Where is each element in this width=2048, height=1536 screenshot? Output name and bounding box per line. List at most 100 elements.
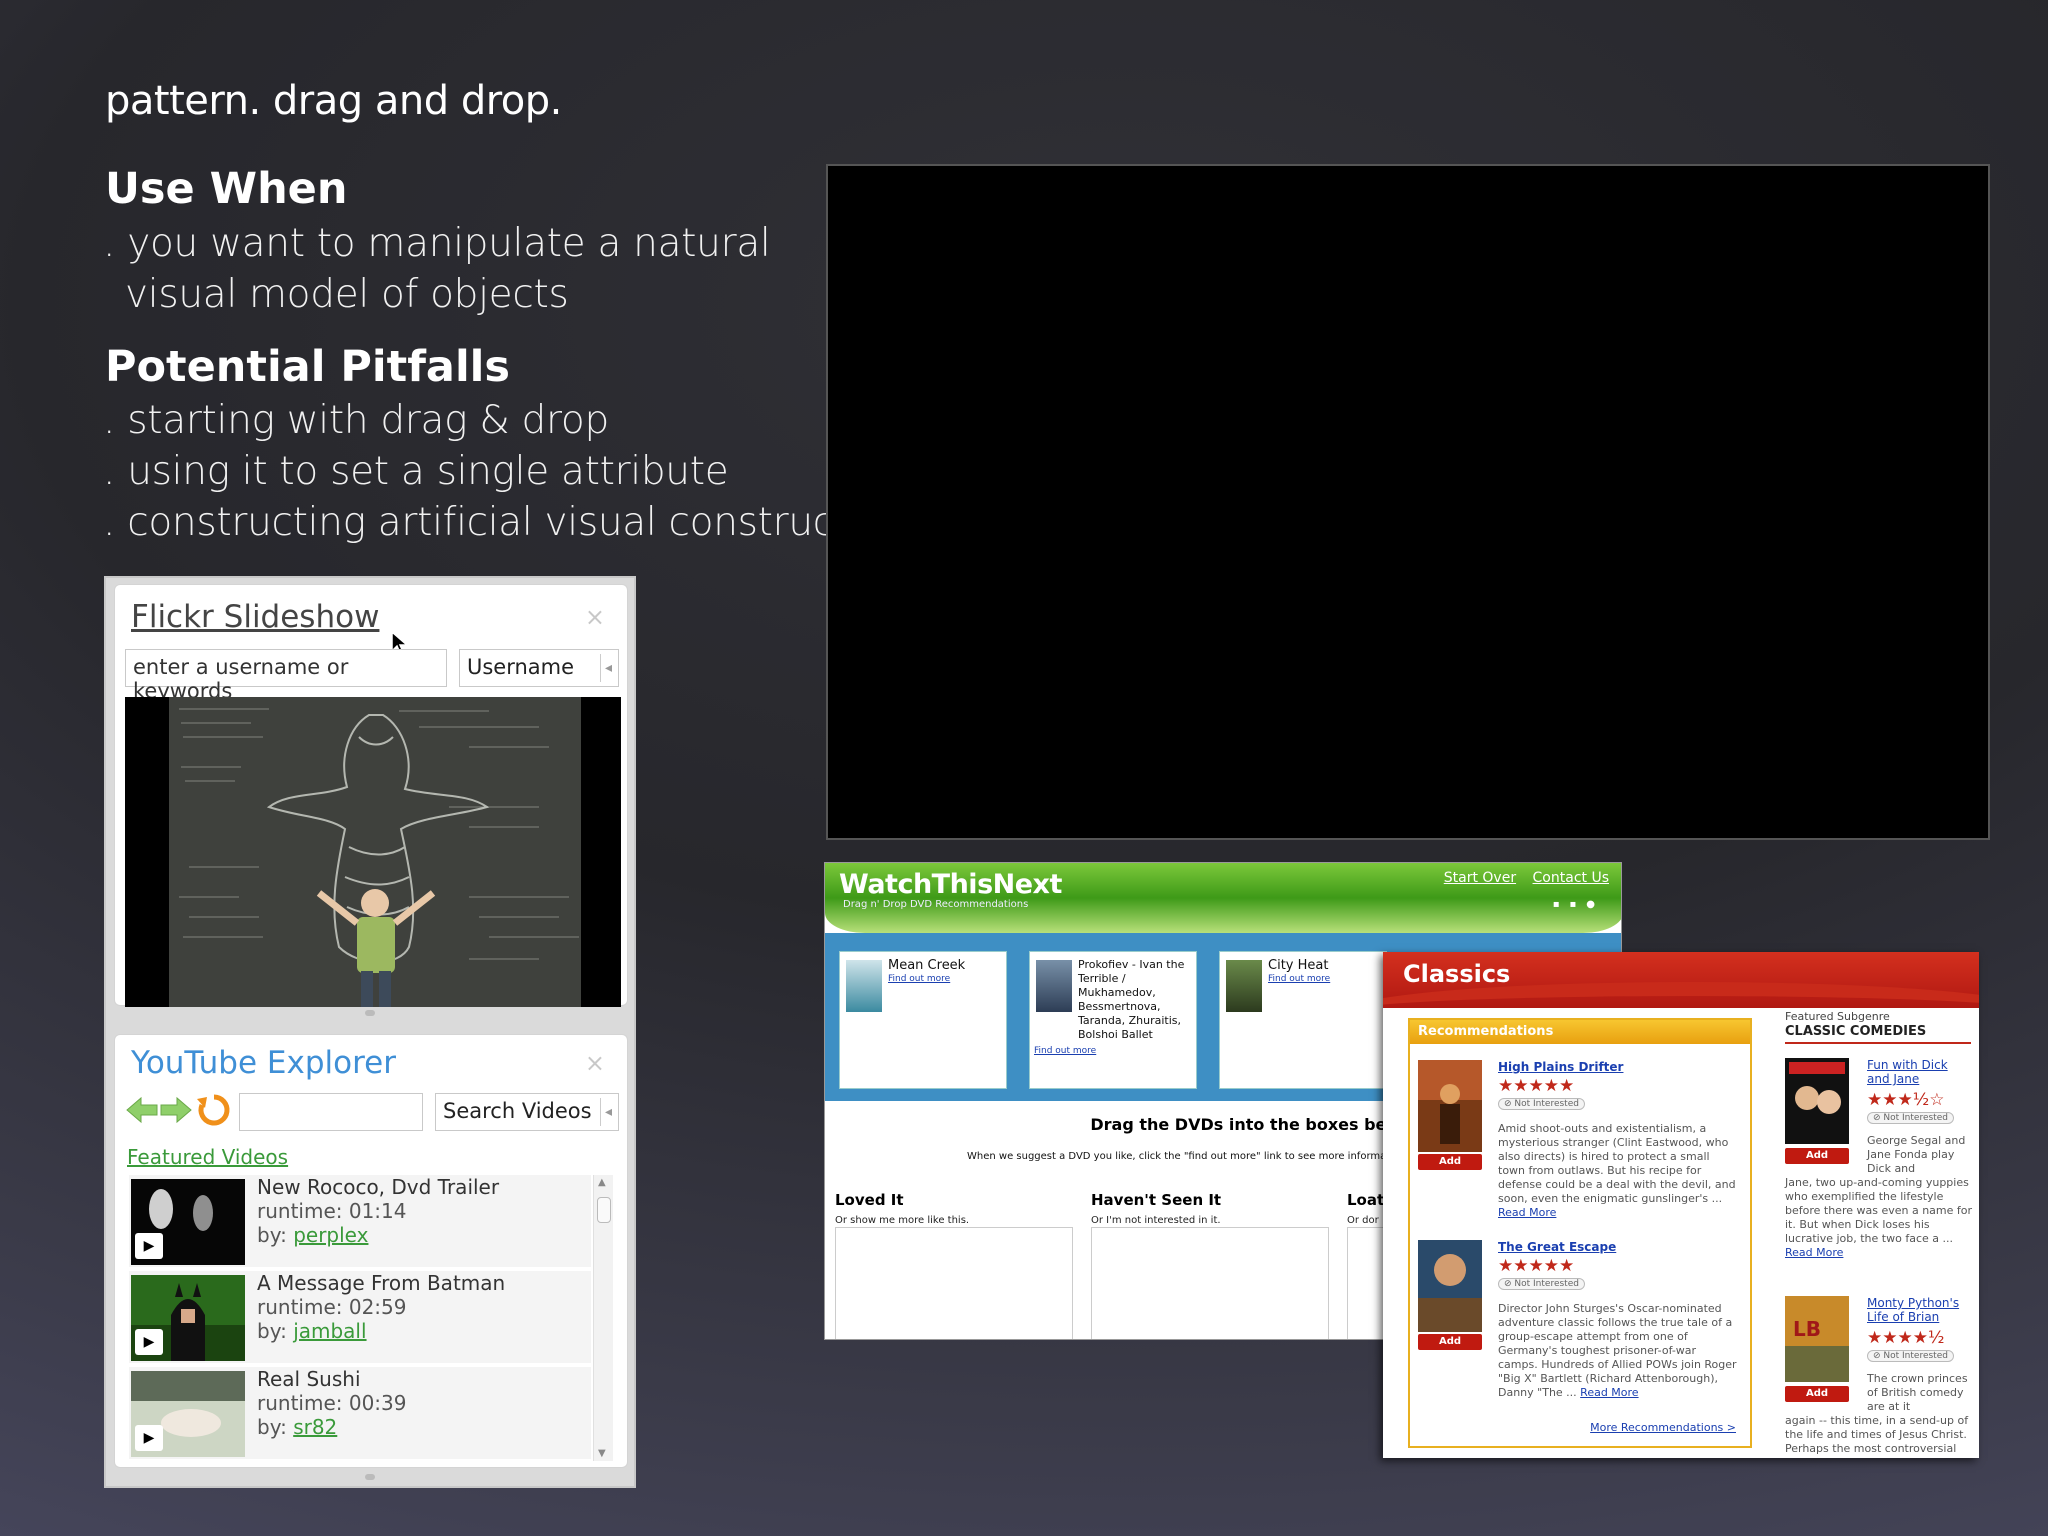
movie-title-link[interactable]: The Great Escape	[1498, 1240, 1616, 1254]
read-more-link[interactable]: Read More	[1498, 1206, 1556, 1219]
flickr-search-input[interactable]: enter a username or keywords	[125, 649, 447, 703]
youtube-widget[interactable]: YouTube Explorer × Search Videos ◂ Featu…	[114, 1034, 628, 1468]
movie-title-link[interactable]: Monty Python's Life of Brian	[1867, 1296, 1971, 1324]
video-author-link[interactable]: perplex	[293, 1223, 368, 1247]
not-interested-button[interactable]: ⊘ Not Interested	[1867, 1350, 1954, 1362]
not-interested-button[interactable]: ⊘ Not Interested	[1498, 1278, 1585, 1290]
movie-poster[interactable]	[1418, 1240, 1482, 1332]
bullet-dot: .	[103, 398, 116, 443]
youtube-title: YouTube Explorer	[131, 1045, 396, 1081]
dropdown-label: Username	[467, 655, 575, 679]
flag-us-icon[interactable]: ▪	[1553, 899, 1570, 910]
star-rating[interactable]: ★★★★★	[1498, 1076, 1574, 1096]
video-list-item[interactable]: ▶ A Message From Batman runtime: 02:59 b…	[129, 1271, 591, 1363]
contact-us-link[interactable]: Contact Us	[1533, 870, 1609, 886]
video-thumbnail[interactable]: ▶	[131, 1275, 245, 1361]
add-button[interactable]: Add	[1785, 1148, 1849, 1164]
scroll-down-icon[interactable]: ▼	[598, 1448, 606, 1459]
movie-poster[interactable]	[1418, 1060, 1482, 1152]
classics-app: Classics Recommendations Add High Plains…	[1383, 952, 1979, 1458]
find-out-more-link[interactable]: Find out more	[888, 974, 950, 984]
youtube-search-input[interactable]	[239, 1093, 423, 1131]
drag-handle[interactable]	[365, 1010, 375, 1016]
wtn-header-links: Start Over Contact Us	[1432, 870, 1609, 886]
pitfalls-heading: Potential Pitfalls	[105, 342, 511, 392]
loved-it-drop-zone[interactable]	[835, 1227, 1073, 1339]
video-title[interactable]: Real Sushi	[257, 1367, 407, 1391]
flickr-mode-dropdown[interactable]: Username ◂	[459, 649, 619, 687]
play-icon[interactable]: ▶	[135, 1425, 163, 1451]
movie-title-link[interactable]: Fun with Dick and Jane	[1867, 1058, 1971, 1086]
dvd-cover	[1036, 960, 1072, 1012]
bullet-text: you want to manipulate a natural	[127, 221, 771, 266]
flag-uk-icon[interactable]: ▪	[1569, 899, 1586, 910]
movie-title-link[interactable]: High Plains Drifter	[1498, 1060, 1623, 1074]
dvd-card[interactable]: Mean Creek Find out more	[839, 951, 1007, 1089]
add-button[interactable]: Add	[1418, 1154, 1482, 1170]
find-out-more-link[interactable]: Find out more	[1268, 974, 1330, 984]
scroll-up-icon[interactable]: ▲	[598, 1177, 606, 1188]
classics-title: Classics	[1403, 960, 1511, 988]
movie-poster[interactable]: LB	[1785, 1296, 1849, 1388]
more-recommendations-link[interactable]: More Recommendations >	[1590, 1421, 1736, 1434]
wtn-logo: WatchThisNext	[839, 869, 1062, 900]
bin-subtitle: Or dor	[1347, 1215, 1379, 1226]
star-rating[interactable]: ★★★★★	[1498, 1256, 1574, 1276]
close-icon[interactable]: ×	[585, 603, 605, 631]
dvd-title: Prokofiev - Ivan the Terrible / Mukhamed…	[1078, 958, 1185, 1041]
forward-arrow-icon[interactable]	[159, 1095, 193, 1125]
start-over-link[interactable]: Start Over	[1444, 870, 1516, 886]
by-label: by:	[257, 1223, 287, 1247]
flickr-title[interactable]: Flickr Slideshow	[131, 599, 379, 635]
add-button[interactable]: Add	[1785, 1386, 1849, 1402]
subgenre-label: Featured Subgenre	[1785, 1010, 1890, 1023]
dvd-card[interactable]: Prokofiev - Ivan the Terrible / Mukhamed…	[1029, 951, 1197, 1089]
use-when-heading: Use When	[105, 164, 348, 214]
video-list-scrollbar[interactable]: ▲ ▼	[593, 1175, 613, 1461]
flickr-widget[interactable]: Flickr Slideshow × enter a username or k…	[114, 584, 628, 1007]
video-title[interactable]: New Rococo, Dvd Trailer	[257, 1175, 499, 1199]
video-thumbnail[interactable]: ▶	[131, 1371, 245, 1457]
play-icon[interactable]: ▶	[135, 1233, 163, 1259]
language-flags[interactable]: ▪▪●	[1553, 899, 1605, 910]
video-author-link[interactable]: jamball	[293, 1319, 366, 1343]
search-videos-button[interactable]: Search Videos ◂	[435, 1093, 619, 1131]
dvd-title: Mean Creek	[888, 958, 966, 973]
video-panel[interactable]	[826, 164, 1990, 840]
video-thumbnail[interactable]: ▶	[131, 1179, 245, 1265]
back-arrow-icon[interactable]	[125, 1095, 159, 1125]
close-icon[interactable]: ×	[585, 1049, 605, 1077]
video-author-link[interactable]: sr82	[293, 1415, 337, 1439]
dvd-cover	[1226, 960, 1262, 1012]
read-more-link[interactable]: Read More	[1785, 1246, 1843, 1259]
dvd-title: City Heat	[1268, 958, 1329, 973]
drag-handle[interactable]	[365, 1474, 375, 1480]
video-list-item[interactable]: ▶ Real Sushi runtime: 00:39 by: sr82	[129, 1367, 591, 1459]
add-button[interactable]: Add	[1418, 1334, 1482, 1350]
scrollbar-thumb[interactable]	[597, 1197, 611, 1223]
star-rating[interactable]: ★★★½☆	[1867, 1090, 1944, 1110]
read-more-link[interactable]: Read More	[1580, 1386, 1638, 1399]
wtn-tagline: Drag n' Drop DVD Recommendations	[843, 899, 1029, 910]
by-label: by:	[257, 1319, 287, 1343]
video-title[interactable]: A Message From Batman	[257, 1271, 505, 1295]
bullet-text: starting with drag & drop	[127, 398, 609, 443]
video-list-item[interactable]: ▶ New Rococo, Dvd Trailer runtime: 01:14…	[129, 1175, 591, 1267]
pitfall-bullet: . starting with drag & drop	[103, 395, 609, 446]
not-interested-button[interactable]: ⊘ Not Interested	[1498, 1098, 1585, 1110]
flag-jp-icon[interactable]: ●	[1586, 899, 1605, 910]
featured-videos-link[interactable]: Featured Videos	[127, 1145, 288, 1169]
dvd-card[interactable]: City Heat Find out more	[1219, 951, 1387, 1089]
recommendations-heading: Recommendations	[1410, 1020, 1750, 1044]
slideshow-frame[interactable]	[125, 697, 621, 1007]
drag-instruction-sub: When we suggest a DVD you like, click th…	[967, 1151, 1393, 1162]
movie-poster[interactable]	[1785, 1058, 1849, 1150]
svg-text:LB: LB	[1793, 1317, 1821, 1341]
find-out-more-link[interactable]: Find out more	[1034, 1046, 1096, 1056]
refresh-icon[interactable]	[195, 1091, 233, 1129]
star-rating[interactable]: ★★★★½	[1867, 1328, 1944, 1348]
not-interested-button[interactable]: ⊘ Not Interested	[1867, 1112, 1954, 1124]
havent-seen-drop-zone[interactable]	[1091, 1227, 1329, 1339]
by-label: by:	[257, 1415, 287, 1439]
play-icon[interactable]: ▶	[135, 1329, 163, 1355]
